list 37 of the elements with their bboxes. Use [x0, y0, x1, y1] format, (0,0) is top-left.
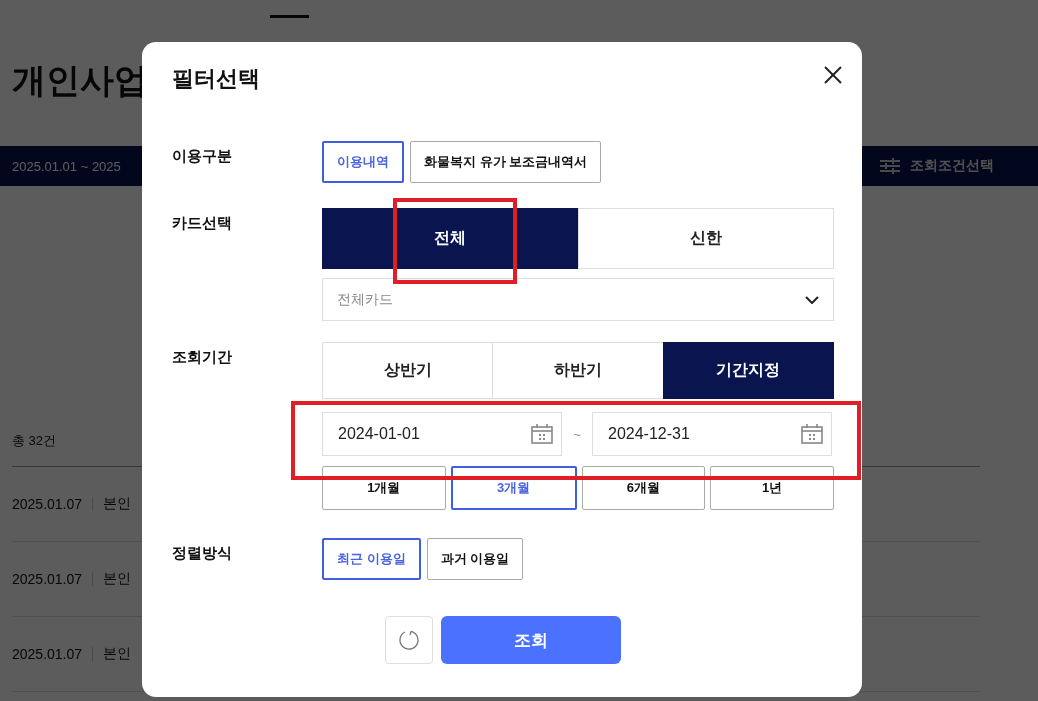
sliders-icon: [880, 158, 900, 174]
row-owner: 본인: [103, 645, 132, 663]
period-text: 2025.01.01 ~ 2025: [12, 158, 121, 174]
calendar-icon[interactable]: [531, 424, 553, 444]
option-chip[interactable]: 1개월: [322, 466, 446, 510]
segment-tab[interactable]: 신한: [577, 208, 834, 269]
close-icon[interactable]: [822, 64, 844, 86]
search-button[interactable]: 조회: [441, 616, 621, 664]
page-title: 개인사업: [12, 60, 148, 101]
row-date: 2025.01.07: [12, 571, 83, 587]
row-date: 2025.01.07: [12, 496, 83, 512]
row-date: 2025.01.07: [12, 646, 83, 662]
segment-tab[interactable]: 하반기: [492, 342, 664, 399]
section-label: 정렬방식: [172, 543, 233, 563]
option-chip[interactable]: 1년: [710, 466, 834, 510]
card-dropdown[interactable]: 전체카드: [322, 278, 834, 321]
dialog-title: 필터선택: [172, 65, 260, 93]
option-chip[interactable]: 6개월: [581, 466, 706, 510]
section-label: 조회기간: [172, 347, 233, 367]
option-chip[interactable]: 3개월: [450, 466, 577, 510]
option-chip[interactable]: 화물복지 유가 보조금내역서: [410, 141, 602, 183]
segment-tab[interactable]: 상반기: [322, 342, 494, 399]
calendar-icon[interactable]: [801, 424, 823, 444]
end-date-field[interactable]: 2024-12-31: [592, 412, 832, 456]
option-chip[interactable]: 과거 이용일: [426, 538, 524, 580]
reset-icon: [398, 629, 420, 651]
reset-button[interactable]: [385, 616, 433, 664]
segment-tab[interactable]: 전체: [322, 208, 579, 269]
option-chip[interactable]: 최근 이용일: [322, 538, 421, 580]
row-owner: 본인: [103, 495, 132, 513]
section-label: 카드선택: [172, 213, 233, 233]
segment-tab[interactable]: 기간지정: [662, 342, 834, 399]
chevron-down-icon: [805, 295, 819, 304]
start-date-field[interactable]: 2024-01-01: [322, 412, 562, 456]
row-owner: 본인: [103, 570, 132, 588]
section-label: 이용구분: [172, 146, 233, 166]
option-chip[interactable]: 이용내역: [322, 141, 404, 183]
